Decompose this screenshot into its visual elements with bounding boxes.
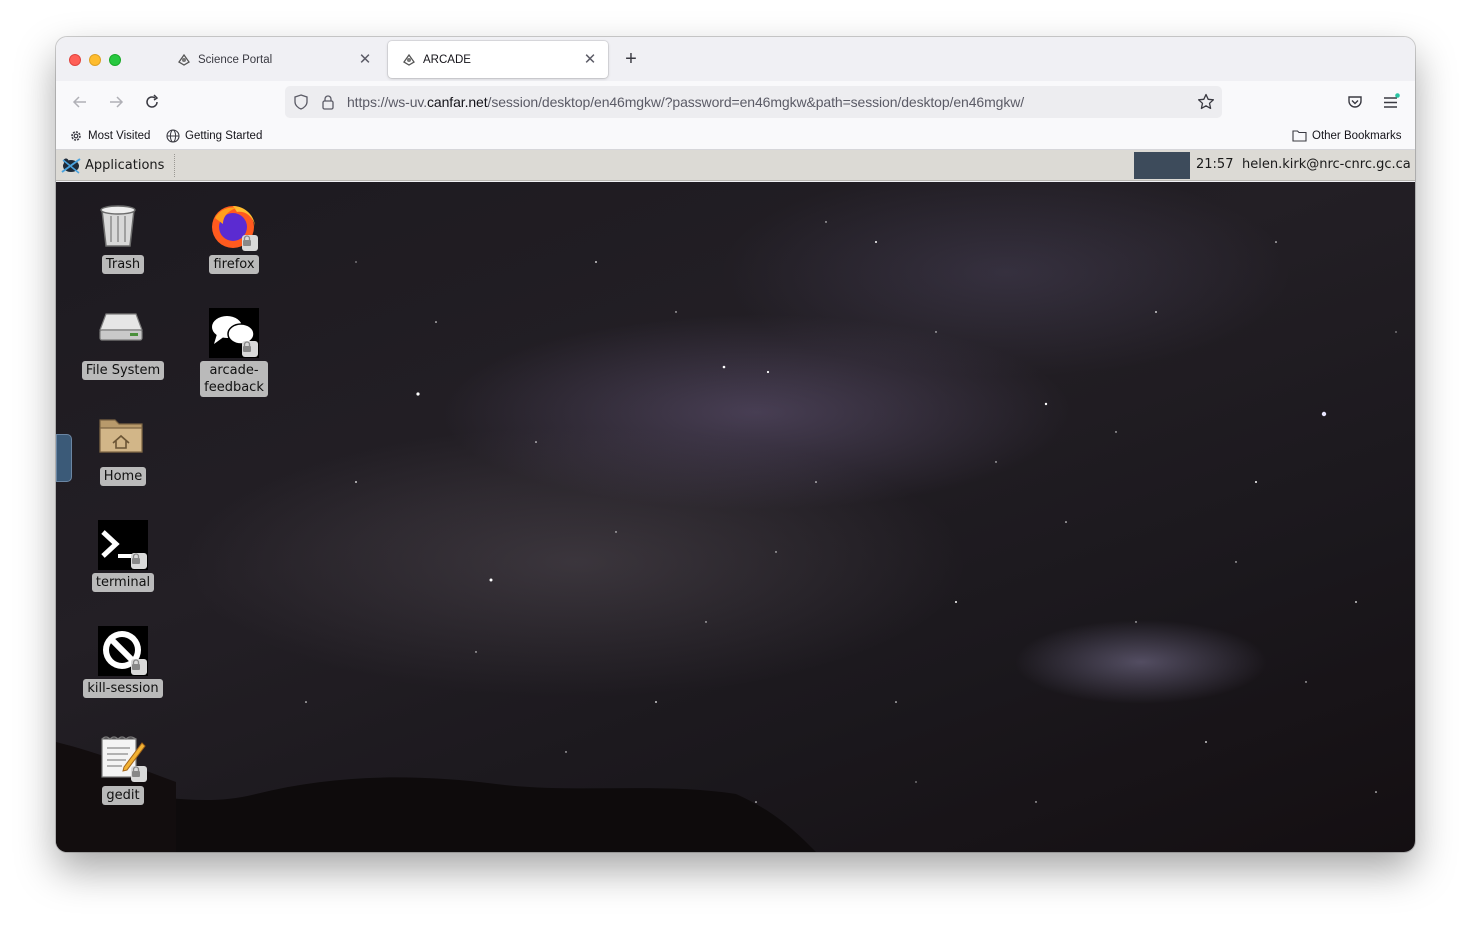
other-bookmarks[interactable]: Other Bookmarks: [1292, 128, 1401, 143]
tracking-shield-icon[interactable]: [293, 94, 309, 115]
desktop-wallpaper[interactable]: Trash firefox File System arcade- feedba…: [56, 182, 1415, 852]
desktop-top-panel: Applications 21:57 helen.kirk@nrc-cnrc.g…: [56, 150, 1415, 181]
bookmarks-toolbar: Most Visited Getting Started Other Bookm…: [56, 123, 1415, 150]
terminal-prompt-icon: [98, 520, 148, 570]
close-window-button[interactable]: [69, 54, 81, 66]
browser-window: Science Portal ✕ ARCADE ✕ + https://ws-u…: [56, 37, 1415, 852]
icon-label-line: arcade-: [209, 363, 259, 378]
applications-menu-button[interactable]: Applications: [60, 153, 164, 177]
navigation-toolbar: https://ws-uv.canfar.net/session/desktop…: [56, 81, 1415, 123]
icon-label: File System: [81, 361, 165, 380]
bookmark-label: Most Visited: [88, 129, 151, 142]
url-path: /session/desktop/en46mgkw/?password=en46…: [487, 94, 1025, 110]
desktop-icon-filesystem[interactable]: File System: [78, 308, 168, 380]
panel-separator: [174, 154, 176, 177]
home-folder-icon: [98, 414, 148, 464]
canfar-favicon-icon: [401, 52, 417, 68]
firefox-icon: [209, 202, 259, 252]
url-text[interactable]: https://ws-uv.canfar.net/session/desktop…: [347, 94, 1024, 110]
tab-close-icon[interactable]: ✕: [357, 52, 373, 68]
new-tab-plus-icon[interactable]: +: [621, 49, 641, 69]
desktop-icon-arcade-feedback[interactable]: arcade-feedback: [189, 308, 279, 397]
url-host: canfar.net: [427, 94, 488, 110]
trash-icon: [98, 202, 148, 252]
hard-drive-icon: [98, 308, 148, 358]
bookmark-star-icon[interactable]: [1197, 93, 1215, 116]
desktop-icon-terminal[interactable]: terminal: [78, 520, 168, 592]
lock-badge-icon: [242, 235, 258, 251]
xfce-mouse-icon: [60, 154, 82, 176]
workspace-switcher[interactable]: [1134, 152, 1190, 179]
text-editor-icon: [98, 733, 148, 783]
tab-title: ARCADE: [423, 53, 471, 66]
tab-arcade[interactable]: ARCADE ✕: [388, 41, 608, 78]
lock-badge-icon: [131, 553, 147, 569]
panel-clock[interactable]: 21:57: [1196, 157, 1233, 172]
gear-icon: [68, 128, 83, 143]
back-arrow-icon[interactable]: [70, 92, 90, 112]
icon-label: firefox: [209, 255, 259, 274]
icon-label: terminal: [91, 573, 155, 592]
desktop-icon-trash[interactable]: Trash: [78, 202, 168, 274]
tab-title: Science Portal: [198, 53, 273, 66]
icon-label: Trash: [101, 255, 145, 274]
applications-label: Applications: [85, 157, 165, 173]
reload-icon[interactable]: [142, 92, 162, 112]
speech-bubbles-icon: [209, 308, 259, 358]
icon-label: Home: [99, 467, 147, 486]
panel-user[interactable]: helen.kirk@nrc-cnrc.gc.ca: [1242, 157, 1411, 172]
bookmark-getting-started[interactable]: Getting Started: [165, 128, 262, 143]
globe-icon: [165, 128, 180, 143]
desktop-icon-home[interactable]: Home: [78, 414, 168, 486]
tab-science-portal[interactable]: Science Portal ✕: [163, 41, 383, 78]
lock-badge-icon: [131, 766, 147, 782]
icon-label-line: feedback: [204, 380, 264, 395]
bookmark-label: Getting Started: [185, 129, 263, 142]
minimize-window-button[interactable]: [89, 54, 101, 66]
url-prefix: https://ws-uv.: [347, 94, 428, 110]
lock-badge-icon: [131, 659, 147, 675]
tab-close-icon[interactable]: ✕: [582, 52, 598, 68]
icon-label: gedit: [102, 786, 144, 805]
tab-strip: Science Portal ✕ ARCADE ✕ +: [56, 37, 1415, 81]
icon-label: kill-session: [83, 679, 163, 698]
prohibited-icon: [98, 626, 148, 676]
desktop-icon-firefox[interactable]: firefox: [189, 202, 279, 274]
lock-badge-icon: [242, 341, 258, 357]
bookmark-most-visited[interactable]: Most Visited: [68, 128, 150, 143]
maximize-window-button[interactable]: [109, 54, 121, 66]
canfar-favicon-icon: [176, 52, 192, 68]
remote-desktop[interactable]: Applications 21:57 helen.kirk@nrc-cnrc.g…: [56, 150, 1415, 852]
desktop-icon-kill-session[interactable]: kill-session: [78, 626, 168, 698]
folder-icon: [1292, 128, 1307, 143]
lock-icon[interactable]: [320, 94, 336, 115]
url-bar[interactable]: https://ws-uv.canfar.net/session/desktop…: [285, 86, 1222, 118]
forward-arrow-icon[interactable]: [106, 92, 126, 112]
starfield-wallpaper: [56, 221, 1397, 852]
pocket-icon[interactable]: [1345, 92, 1365, 112]
icon-label: arcade-feedback: [200, 361, 268, 397]
bookmark-label: Other Bookmarks: [1312, 129, 1402, 142]
side-panel-handle[interactable]: [56, 434, 72, 482]
desktop-icon-gedit[interactable]: gedit: [78, 733, 168, 805]
menu-hamburger-icon[interactable]: [1381, 92, 1401, 112]
